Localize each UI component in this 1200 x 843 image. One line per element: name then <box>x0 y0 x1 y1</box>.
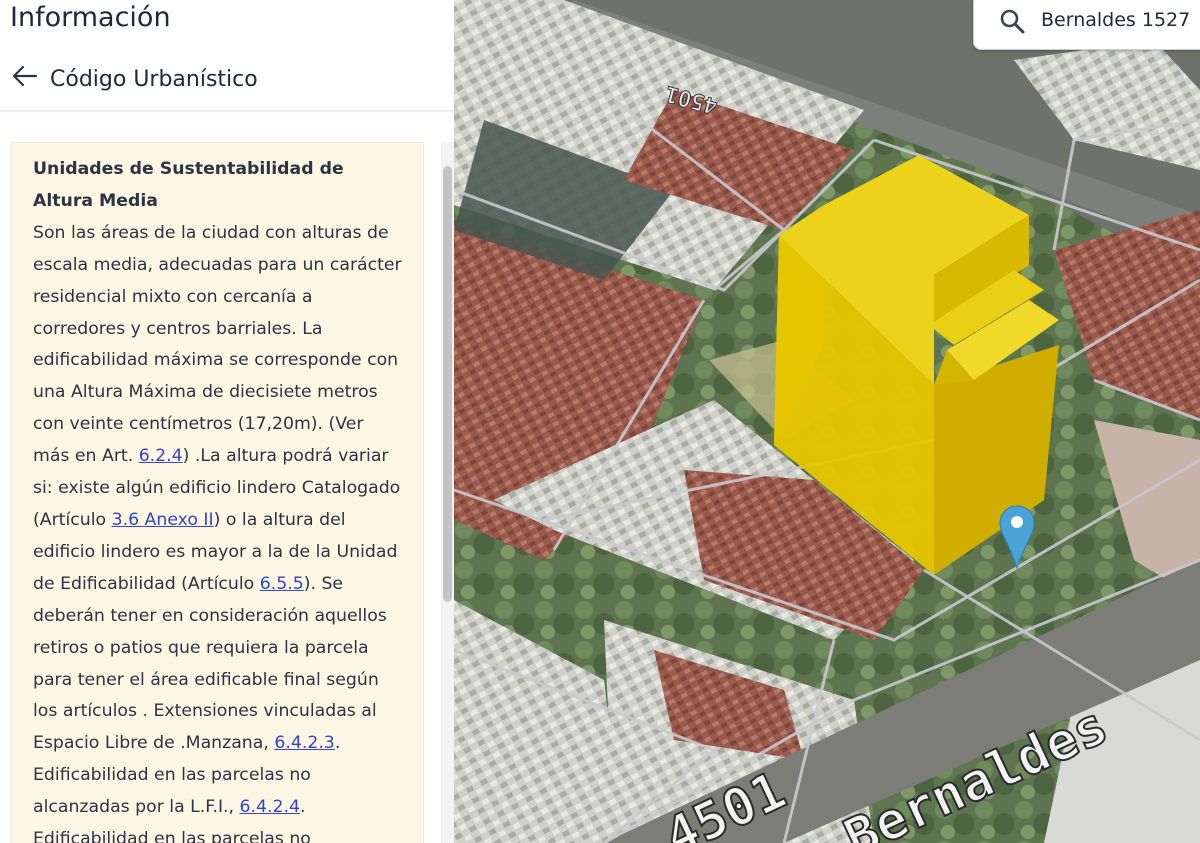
content-body: Son las áreas de la ciudad con alturas d… <box>33 218 405 843</box>
body-text: ). Se deberán tener en consideración aqu… <box>33 573 387 754</box>
content-title: Unidades de Sustentabilidad de Altura Me… <box>33 159 344 211</box>
link-art-3-6-anexo-ii[interactable]: 3.6 Anexo II <box>112 510 214 530</box>
search-icon[interactable] <box>998 7 1026 35</box>
search-input[interactable] <box>1041 5 1200 35</box>
panel-title: Información <box>10 2 171 33</box>
link-art-6-4-2-3[interactable]: 6.4.2.3 <box>274 733 334 753</box>
section-title: Código Urbanístico <box>50 67 258 92</box>
arrow-left-icon <box>12 65 38 87</box>
satellite-map[interactable]: 4501 4501 Bernaldes <box>454 0 1200 843</box>
link-art-6-4-2-4[interactable]: 6.4.2.4 <box>240 797 300 817</box>
back-button[interactable] <box>8 60 42 92</box>
search-box[interactable] <box>973 0 1200 50</box>
content-card: Unidades de Sustentabilidad de Altura Me… <box>11 142 424 843</box>
link-art-6-2-4[interactable]: 6.2.4 <box>139 446 183 466</box>
link-art-6-5-5[interactable]: 6.5.5 <box>260 574 304 594</box>
map-3d-view[interactable]: 4501 4501 Bernaldes <box>454 0 1200 843</box>
header-divider <box>0 110 454 113</box>
body-text: Son las áreas de la ciudad con alturas d… <box>33 222 402 467</box>
info-panel: Información Código Urbanístico Unidades … <box>0 0 454 843</box>
scrollbar-thumb[interactable] <box>443 166 452 602</box>
